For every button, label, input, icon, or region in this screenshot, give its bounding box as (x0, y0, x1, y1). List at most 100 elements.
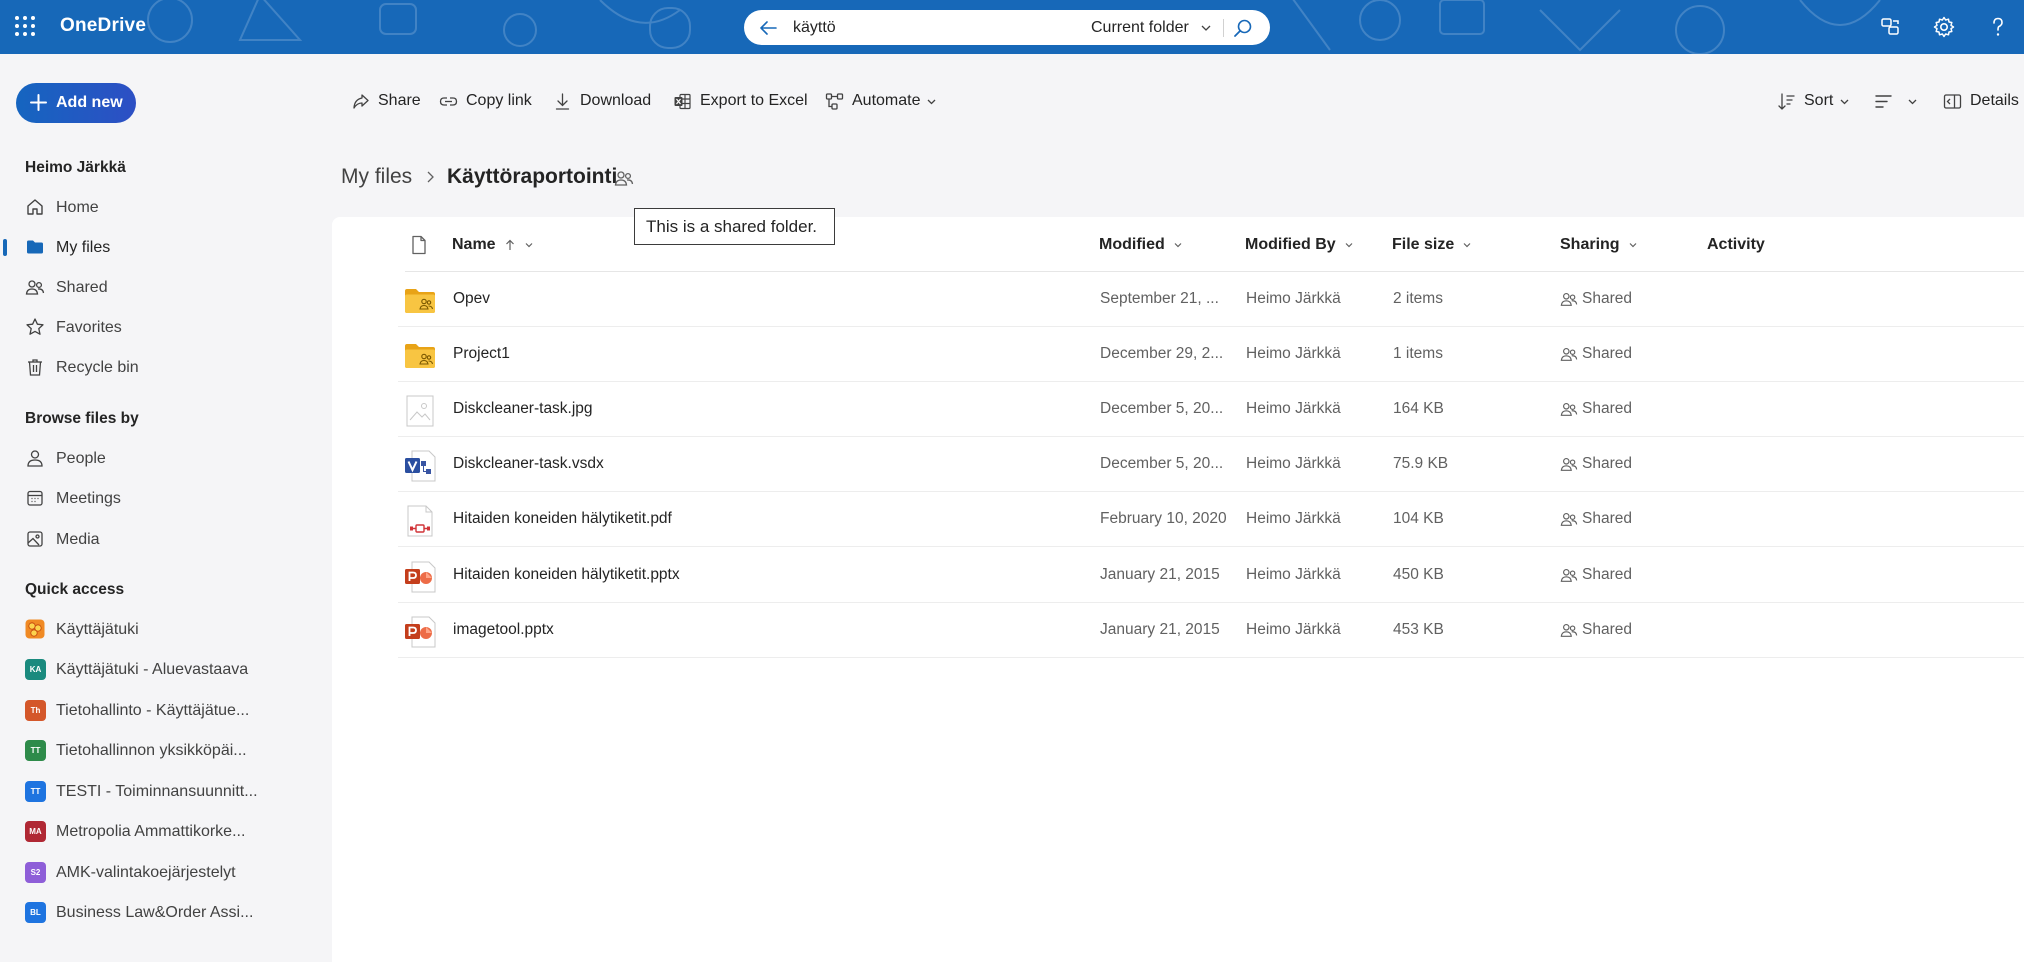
browse-files-heading: Browse files by (25, 410, 139, 427)
premium-diamond-icon[interactable] (1879, 15, 1903, 39)
nav-item-media[interactable]: Media (0, 520, 330, 558)
nav-item-meetings[interactable]: Meetings (0, 479, 330, 517)
people-icon (1560, 569, 1578, 582)
quick-access-label: TESTI - Toiminnansuunnitt... (56, 783, 258, 800)
nav-item-label: Media (56, 531, 100, 548)
quick-access-item[interactable]: S2 AMK-valintakoejärjestelyt (0, 853, 330, 891)
automate-button[interactable]: Automate (825, 88, 937, 114)
settings-gear-icon[interactable] (1932, 15, 1956, 39)
quick-access-item[interactable]: MA Metropolia Ammattikorke... (0, 812, 330, 850)
file-row[interactable]: Diskcleaner-task.jpg December 5, 20... H… (398, 382, 2024, 437)
quick-access-item[interactable]: TT Tietohallinnon yksikköpäi... (0, 731, 330, 769)
copy-link-button[interactable]: Copy link (439, 88, 532, 114)
quick-access-item[interactable]: Th Tietohallinto - Käyttäjätue... (0, 691, 330, 729)
nav-item-home[interactable]: Home (0, 188, 330, 226)
column-header-activity[interactable]: Activity (1707, 236, 1765, 254)
column-header-modified[interactable]: Modified (1099, 236, 1183, 254)
file-row[interactable]: Hitaiden koneiden hälytiketit.pptx Janua… (398, 548, 2024, 603)
column-modified-label: Modified (1099, 236, 1165, 253)
quick-access-item[interactable]: Käyttäjätuki (0, 610, 330, 648)
sharing-status[interactable]: Shared (1560, 566, 1632, 584)
download-label: Download (580, 92, 652, 109)
file-type-header-icon[interactable] (410, 235, 428, 255)
file-modified-by: Heimo Järkkä (1246, 400, 1341, 417)
site-badge: KA (25, 659, 46, 680)
sharing-label: Shared (1582, 566, 1632, 583)
nav-item-favorites[interactable]: Favorites (0, 308, 330, 346)
file-name[interactable]: imagetool.pptx (453, 621, 554, 639)
nav-item-people[interactable]: People (0, 439, 330, 477)
search-scope-dropdown[interactable]: Current folder (1091, 19, 1189, 37)
export-to-excel-button[interactable]: Export to Excel (673, 88, 808, 114)
share-icon (353, 93, 369, 109)
chevron-down-icon (1908, 99, 1917, 104)
sharing-status[interactable]: Shared (1560, 290, 1632, 308)
sharing-status[interactable]: Shared (1560, 621, 1632, 639)
column-header-sharing[interactable]: Sharing (1560, 236, 1638, 254)
sharing-status[interactable]: Shared (1560, 510, 1632, 528)
file-name[interactable]: Hitaiden koneiden hälytiketit.pdf (453, 510, 672, 528)
sort-ascending-icon (505, 239, 514, 250)
quick-access-item[interactable]: BL Business Law&Order Assi... (0, 893, 330, 931)
file-name[interactable]: Opev (453, 290, 490, 308)
sharing-status[interactable]: Shared (1560, 400, 1632, 418)
sharing-status[interactable]: Shared (1560, 345, 1632, 363)
chevron-down-icon (1629, 243, 1636, 248)
back-arrow-icon[interactable] (758, 18, 778, 38)
chevron-down-icon[interactable] (1200, 22, 1212, 34)
sharing-label: Shared (1582, 290, 1632, 307)
share-button[interactable]: Share (351, 88, 421, 114)
excel-icon (674, 93, 691, 109)
column-modified-by-label: Modified By (1245, 236, 1336, 253)
people-icon (1560, 513, 1578, 526)
column-header-file-size[interactable]: File size (1392, 236, 1472, 254)
file-row[interactable]: imagetool.pptx January 21, 2015 Heimo Jä… (398, 603, 2024, 658)
add-new-button[interactable]: Add new (16, 83, 136, 123)
quick-access-label: AMK-valintakoejärjestelyt (56, 864, 236, 881)
sharing-status[interactable]: Shared (1560, 455, 1632, 473)
file-row[interactable]: Hitaiden koneiden hälytiketit.pdf Februa… (398, 492, 2024, 547)
file-name[interactable]: Hitaiden koneiden hälytiketit.pptx (453, 566, 680, 584)
search-input[interactable] (793, 19, 1053, 37)
file-modified-by: Heimo Järkkä (1246, 510, 1341, 527)
quick-access-label: Metropolia Ammattikorke... (56, 823, 246, 840)
copy-link-label: Copy link (466, 92, 532, 109)
file-modified: December 5, 20... (1100, 400, 1224, 417)
chevron-down-icon (525, 243, 533, 248)
quick-access-label: Käyttäjätuki - Aluevastaava (56, 661, 249, 678)
file-modified-by: Heimo Järkkä (1246, 290, 1341, 307)
breadcrumb-current-folder[interactable]: Käyttöraportointi (447, 165, 617, 189)
file-name[interactable]: Project1 (453, 345, 510, 363)
app-launcher-icon[interactable] (14, 15, 36, 37)
details-pane-button[interactable]: Details (1943, 88, 2019, 114)
app-title[interactable]: OneDrive (60, 15, 146, 37)
file-row[interactable]: Diskcleaner-task.vsdx December 5, 20... … (398, 437, 2024, 492)
quick-access-item[interactable]: TT TESTI - Toiminnansuunnitt... (0, 772, 330, 810)
nav-item-shared[interactable]: Shared (0, 268, 330, 306)
nav-item-my-files[interactable]: My files (0, 228, 330, 266)
add-new-label: Add new (56, 94, 123, 111)
view-options-button[interactable] (1874, 88, 1918, 114)
help-icon[interactable] (1986, 15, 2010, 39)
column-header-name[interactable]: Name (452, 236, 534, 254)
sort-button[interactable]: Sort (1777, 88, 1850, 114)
breadcrumb-my-files[interactable]: My files (341, 165, 412, 189)
file-row[interactable]: Opev September 21, ... Heimo Järkkä 2 it… (398, 272, 2024, 327)
search-icon[interactable] (1233, 18, 1253, 38)
search-divider (1223, 19, 1224, 37)
file-modified-by: Heimo Järkkä (1246, 345, 1341, 362)
file-size: 453 KB (1393, 621, 1444, 638)
nav-item-label: Shared (56, 279, 108, 296)
quick-access-label: Tietohallinnon yksikköpäi... (56, 742, 247, 759)
file-name[interactable]: Diskcleaner-task.jpg (453, 400, 593, 418)
file-name[interactable]: Diskcleaner-task.vsdx (453, 455, 604, 473)
file-size: 1 items (1393, 345, 1443, 362)
quick-access-item[interactable]: KA Käyttäjätuki - Aluevastaava (0, 650, 330, 688)
shared-people-icon[interactable] (614, 168, 634, 188)
file-row[interactable]: Project1 December 29, 2... Heimo Järkkä … (398, 327, 2024, 382)
download-button[interactable]: Download (553, 88, 651, 114)
nav-item-recycle-bin[interactable]: Recycle bin (0, 348, 330, 386)
file-size: 164 KB (1393, 400, 1444, 417)
column-header-modified-by[interactable]: Modified By (1245, 236, 1354, 254)
chevron-down-icon (1174, 243, 1182, 248)
